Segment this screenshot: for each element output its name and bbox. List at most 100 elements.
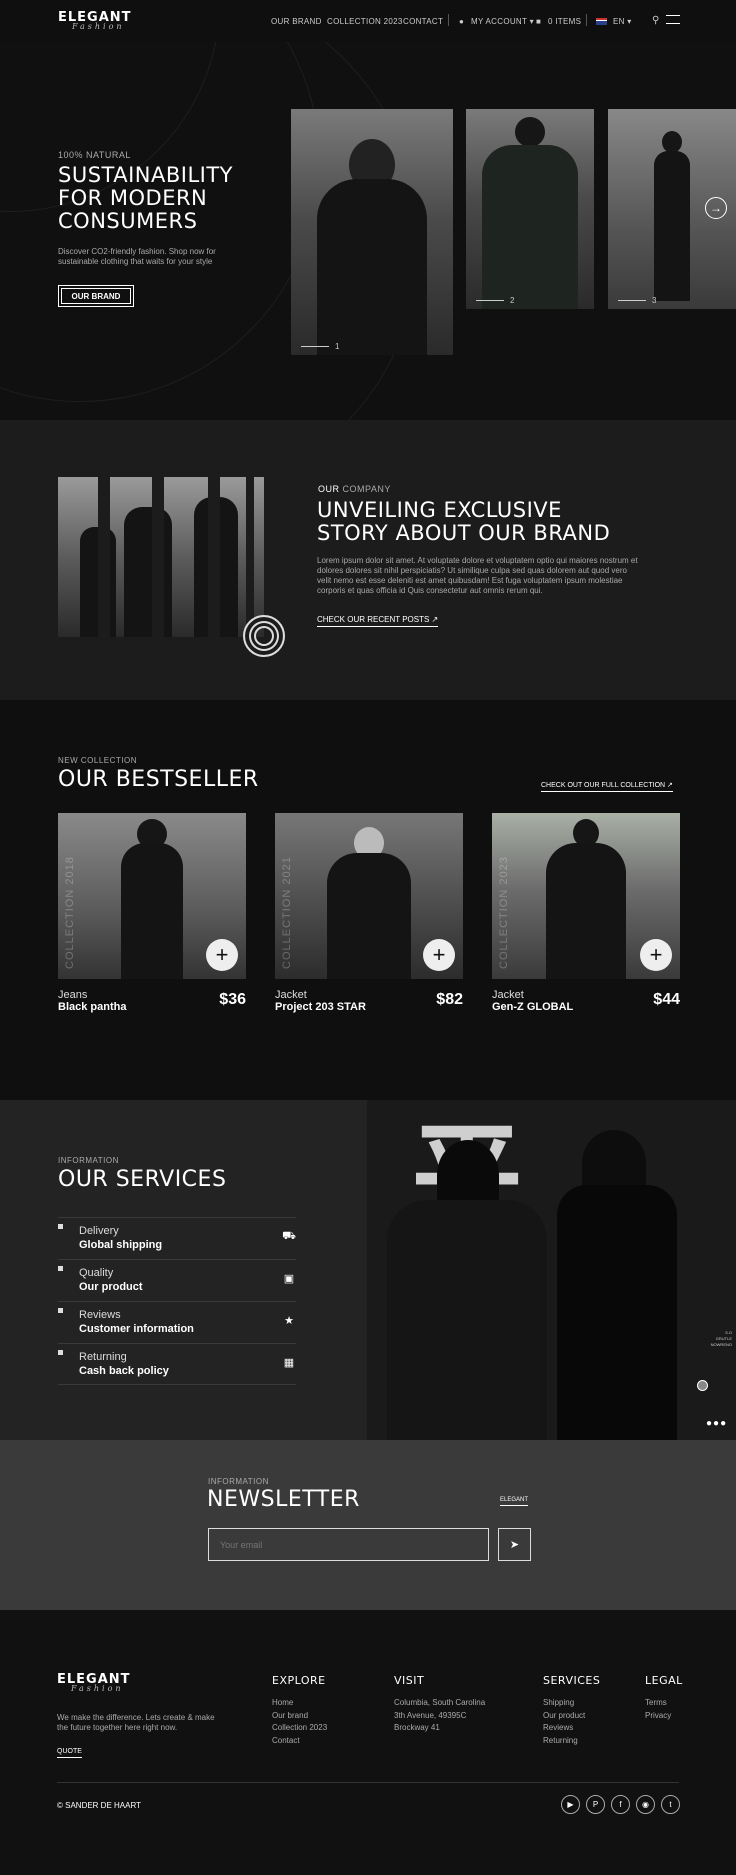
product-card[interactable]: COLLECTION 2021 + Jacket Project 203 STA… <box>275 813 463 1013</box>
bestseller-kicker: NEW COLLECTION <box>58 756 138 765</box>
subscribe-button[interactable]: ➤ <box>498 1528 531 1561</box>
full-collection-link[interactable]: CHECK OUT OUR FULL COLLECTION ↗ <box>541 781 673 792</box>
flag-uk-icon <box>596 18 607 25</box>
footer-link[interactable]: Contact <box>272 1735 327 1748</box>
product-name: Black pantha <box>58 1001 127 1013</box>
footer-address: Columbia, South Carolina 3th Avenue, 4939… <box>394 1698 486 1732</box>
service-item[interactable]: Reviews Customer information ★ <box>58 1301 296 1343</box>
arrow-right-icon: → <box>710 201 722 215</box>
divider <box>448 14 449 26</box>
product-category: Jeans <box>58 989 88 1001</box>
instagram-icon[interactable]: ◉ <box>636 1795 655 1814</box>
product-image: COLLECTION 2021 + <box>275 813 463 979</box>
footer-links: Home Our brand Collection 2023 Contact <box>272 1697 327 1747</box>
footer-link[interactable]: Reviews <box>543 1722 585 1735</box>
service-item[interactable]: Quality Our product ▣ <box>58 1259 296 1301</box>
footer-link[interactable]: Our brand <box>272 1710 327 1723</box>
product-image: COLLECTION 2018 + <box>58 813 246 979</box>
footer-col-title: LEGAL <box>645 1674 683 1687</box>
about-title: UNVEILING EXCLUSIVE STORY ABOUT OUR BRAND <box>317 498 611 545</box>
side-caption: S.O GRUTLE NOWRENO <box>710 1330 732 1347</box>
dots-icon[interactable]: ●●● <box>706 1418 727 1429</box>
footer-link[interactable]: Terms <box>645 1697 671 1710</box>
youtube-icon[interactable]: ▶ <box>561 1795 580 1814</box>
hero-slide-2[interactable]: 2 <box>466 109 594 309</box>
footer-link[interactable]: Collection 2023 <box>272 1722 327 1735</box>
facebook-icon[interactable]: f <box>611 1795 630 1814</box>
footer-links: Terms Privacy <box>645 1697 671 1722</box>
slide-number: 2 <box>476 296 514 305</box>
quote-link[interactable]: QUOTE <box>57 1748 82 1758</box>
bestseller-section: NEW COLLECTION OUR BESTSELLER CHECK OUT … <box>0 700 736 1100</box>
slide-number: 1 <box>301 342 339 351</box>
product-image: COLLECTION 2023 + <box>492 813 680 979</box>
footer-link[interactable]: Privacy <box>645 1710 671 1723</box>
product-card[interactable]: COLLECTION 2023 + Jacket Gen-Z GLOBAL $4… <box>492 813 680 1013</box>
footer-tagline: We make the difference. Lets create & ma… <box>57 1713 215 1732</box>
services-section: INFORMATION OUR SERVICES Delivery Global … <box>0 1100 736 1440</box>
footer-divider <box>57 1782 679 1783</box>
about-section: OUR COMPANY UNVEILING EXCLUSIVE STORY ABO… <box>0 420 736 700</box>
slide-number: 3 <box>618 296 656 305</box>
truck-icon: ⛟ <box>282 1230 296 1242</box>
search-icon[interactable]: ⚲ <box>652 15 660 26</box>
service-item[interactable]: Returning Cash back policy ▦ <box>58 1343 296 1385</box>
our-brand-button[interactable]: OUR BRAND <box>58 285 134 307</box>
product-category: Jacket <box>492 989 524 1001</box>
language-select[interactable]: EN ▾ <box>613 17 632 26</box>
recent-posts-link[interactable]: CHECK OUR RECENT POSTS ↗ <box>317 615 439 627</box>
star-icon: ★ <box>284 1315 294 1327</box>
service-item[interactable]: Delivery Global shipping ⛟ <box>58 1217 296 1259</box>
footer-links: Shipping Our product Reviews Returning <box>543 1697 585 1747</box>
footer-logo[interactable]: ELEGANT Fashion <box>57 1672 131 1693</box>
fingerprint-icon <box>243 615 285 657</box>
slide-indicator[interactable] <box>697 1380 708 1391</box>
add-to-cart-button[interactable]: + <box>640 939 672 971</box>
nav-collection[interactable]: COLLECTION 2023 <box>327 17 403 26</box>
add-to-cart-button[interactable]: + <box>206 939 238 971</box>
cart-link[interactable]: 0 ITEMS <box>548 17 581 26</box>
nav-our-brand[interactable]: OUR BRAND <box>271 17 322 26</box>
newsletter-tag: ELEGANT <box>500 1497 529 1506</box>
hero-description: Discover CO2-friendly fashion. Shop now … <box>58 247 216 266</box>
product-name: Gen-Z GLOBAL <box>492 1001 574 1013</box>
footer-link[interactable]: Home <box>272 1697 327 1710</box>
product-card[interactable]: COLLECTION 2018 + Jeans Black pantha $36 <box>58 813 246 1013</box>
bestseller-title: OUR BESTSELLER <box>58 767 259 792</box>
hero-title: SUSTAINABILITY FOR MODERN CONSUMERS <box>58 163 234 233</box>
services-image: 平 S.OGRUTLENOWRENO ●●● <box>367 1100 736 1440</box>
header: ELEGANT Fashion OUR BRAND COLLECTION 2023… <box>0 0 736 42</box>
bag-icon: ■ <box>536 17 542 26</box>
product-price: $82 <box>436 991 463 1008</box>
footer-link[interactable]: Our product <box>543 1710 585 1723</box>
product-category: Jacket <box>275 989 307 1001</box>
about-kicker: OUR COMPANY <box>318 484 391 494</box>
hero-slide-1[interactable]: 1 <box>291 109 453 355</box>
hero-section: 100% NATURAL SUSTAINABILITY FOR MODERN CON… <box>0 42 736 420</box>
product-name: Project 203 STAR <box>275 1001 366 1013</box>
newsletter-title: NEWSLETTER <box>207 1487 360 1512</box>
product-price: $44 <box>653 991 680 1008</box>
footer-link[interactable]: Shipping <box>543 1697 585 1710</box>
logo[interactable]: ELEGANT Fashion <box>58 10 132 31</box>
user-icon: ● <box>459 17 465 26</box>
services-title: OUR SERVICES <box>58 1167 227 1192</box>
slider-next-button[interactable]: → <box>705 197 727 219</box>
menu-icon[interactable] <box>666 15 680 24</box>
footer-col-title: SERVICES <box>543 1674 601 1687</box>
pinterest-icon[interactable]: P <box>586 1795 605 1814</box>
account-menu[interactable]: MY ACCOUNT ▾ <box>471 17 534 26</box>
footer-link[interactable]: Returning <box>543 1735 585 1748</box>
divider <box>586 14 587 26</box>
money-icon: ▦ <box>283 1357 295 1369</box>
email-input[interactable] <box>208 1528 489 1561</box>
copyright: © SANDER DE HAART <box>57 1801 141 1810</box>
twitter-icon[interactable]: t <box>661 1795 680 1814</box>
footer: ELEGANT Fashion We make the difference. L… <box>0 1610 736 1875</box>
nav-contact[interactable]: CONTACT <box>403 17 443 26</box>
hero-kicker: 100% NATURAL <box>58 150 131 160</box>
send-icon: ➤ <box>509 1539 520 1551</box>
footer-col-title: EXPLORE <box>272 1674 326 1687</box>
add-to-cart-button[interactable]: + <box>423 939 455 971</box>
about-image <box>58 477 264 637</box>
